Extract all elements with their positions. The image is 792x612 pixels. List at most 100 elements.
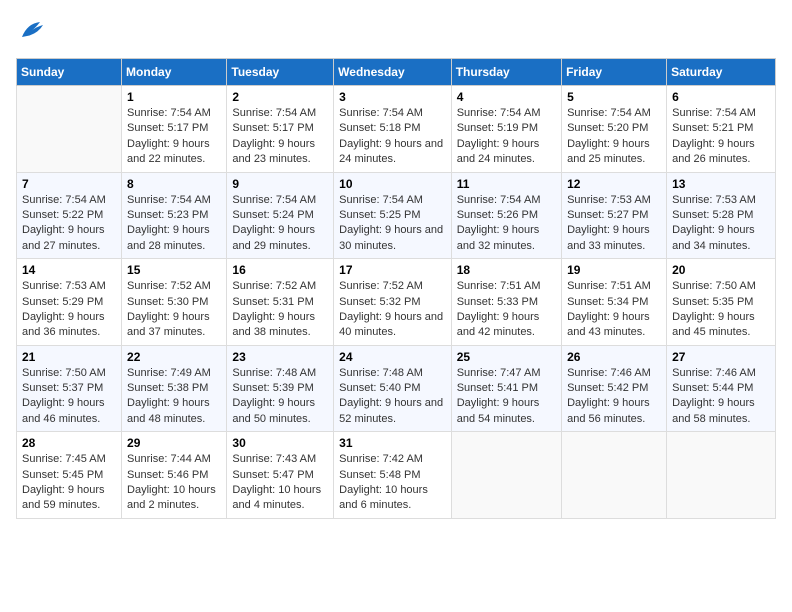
day-number: 12 bbox=[567, 177, 661, 191]
day-info: Sunrise: 7:54 AM Sunset: 5:23 PM Dayligh… bbox=[127, 193, 221, 255]
sunset-text: Sunset: 5:34 PM bbox=[567, 295, 661, 310]
day-info: Sunrise: 7:51 AM Sunset: 5:33 PM Dayligh… bbox=[457, 279, 556, 341]
col-header-monday: Monday bbox=[122, 59, 227, 86]
sunset-text: Sunset: 5:30 PM bbox=[127, 295, 221, 310]
day-number: 2 bbox=[232, 90, 328, 104]
day-number: 24 bbox=[339, 350, 446, 364]
sunset-text: Sunset: 5:19 PM bbox=[457, 121, 556, 136]
sunrise-text: Sunrise: 7:54 AM bbox=[457, 106, 556, 121]
day-number: 27 bbox=[672, 350, 770, 364]
day-cell: 27 Sunrise: 7:46 AM Sunset: 5:44 PM Dayl… bbox=[667, 345, 776, 432]
sunrise-text: Sunrise: 7:54 AM bbox=[22, 193, 116, 208]
day-info: Sunrise: 7:49 AM Sunset: 5:38 PM Dayligh… bbox=[127, 366, 221, 428]
day-number: 25 bbox=[457, 350, 556, 364]
sunrise-text: Sunrise: 7:54 AM bbox=[567, 106, 661, 121]
day-number: 21 bbox=[22, 350, 116, 364]
day-cell: 2 Sunrise: 7:54 AM Sunset: 5:17 PM Dayli… bbox=[227, 86, 334, 173]
day-cell: 3 Sunrise: 7:54 AM Sunset: 5:18 PM Dayli… bbox=[334, 86, 452, 173]
day-cell: 14 Sunrise: 7:53 AM Sunset: 5:29 PM Dayl… bbox=[17, 259, 122, 346]
daylight-text: Daylight: 9 hours and 43 minutes. bbox=[567, 310, 661, 341]
daylight-text: Daylight: 9 hours and 30 minutes. bbox=[339, 223, 446, 254]
day-cell bbox=[451, 432, 561, 519]
logo-icon bbox=[16, 16, 46, 46]
day-cell: 19 Sunrise: 7:51 AM Sunset: 5:34 PM Dayl… bbox=[562, 259, 667, 346]
sunset-text: Sunset: 5:18 PM bbox=[339, 121, 446, 136]
logo bbox=[16, 16, 50, 46]
day-info: Sunrise: 7:54 AM Sunset: 5:24 PM Dayligh… bbox=[232, 193, 328, 255]
daylight-text: Daylight: 9 hours and 36 minutes. bbox=[22, 310, 116, 341]
sunrise-text: Sunrise: 7:54 AM bbox=[457, 193, 556, 208]
day-number: 14 bbox=[22, 263, 116, 277]
day-number: 16 bbox=[232, 263, 328, 277]
daylight-text: Daylight: 9 hours and 27 minutes. bbox=[22, 223, 116, 254]
day-info: Sunrise: 7:50 AM Sunset: 5:35 PM Dayligh… bbox=[672, 279, 770, 341]
sunrise-text: Sunrise: 7:52 AM bbox=[127, 279, 221, 294]
day-cell: 26 Sunrise: 7:46 AM Sunset: 5:42 PM Dayl… bbox=[562, 345, 667, 432]
day-cell: 24 Sunrise: 7:48 AM Sunset: 5:40 PM Dayl… bbox=[334, 345, 452, 432]
sunset-text: Sunset: 5:32 PM bbox=[339, 295, 446, 310]
sunset-text: Sunset: 5:17 PM bbox=[127, 121, 221, 136]
sunset-text: Sunset: 5:48 PM bbox=[339, 468, 446, 483]
day-cell: 8 Sunrise: 7:54 AM Sunset: 5:23 PM Dayli… bbox=[122, 172, 227, 259]
day-number: 10 bbox=[339, 177, 446, 191]
day-info: Sunrise: 7:43 AM Sunset: 5:47 PM Dayligh… bbox=[232, 452, 328, 514]
day-number: 23 bbox=[232, 350, 328, 364]
daylight-text: Daylight: 9 hours and 45 minutes. bbox=[672, 310, 770, 341]
sunset-text: Sunset: 5:37 PM bbox=[22, 381, 116, 396]
day-info: Sunrise: 7:42 AM Sunset: 5:48 PM Dayligh… bbox=[339, 452, 446, 514]
sunrise-text: Sunrise: 7:53 AM bbox=[567, 193, 661, 208]
sunset-text: Sunset: 5:38 PM bbox=[127, 381, 221, 396]
col-header-friday: Friday bbox=[562, 59, 667, 86]
sunrise-text: Sunrise: 7:54 AM bbox=[127, 193, 221, 208]
daylight-text: Daylight: 9 hours and 58 minutes. bbox=[672, 396, 770, 427]
calendar-table: SundayMondayTuesdayWednesdayThursdayFrid… bbox=[16, 58, 776, 519]
sunrise-text: Sunrise: 7:49 AM bbox=[127, 366, 221, 381]
daylight-text: Daylight: 9 hours and 38 minutes. bbox=[232, 310, 328, 341]
day-info: Sunrise: 7:45 AM Sunset: 5:45 PM Dayligh… bbox=[22, 452, 116, 514]
day-info: Sunrise: 7:52 AM Sunset: 5:32 PM Dayligh… bbox=[339, 279, 446, 341]
sunset-text: Sunset: 5:25 PM bbox=[339, 208, 446, 223]
sunset-text: Sunset: 5:24 PM bbox=[232, 208, 328, 223]
daylight-text: Daylight: 9 hours and 54 minutes. bbox=[457, 396, 556, 427]
week-row-2: 7 Sunrise: 7:54 AM Sunset: 5:22 PM Dayli… bbox=[17, 172, 776, 259]
day-cell: 13 Sunrise: 7:53 AM Sunset: 5:28 PM Dayl… bbox=[667, 172, 776, 259]
sunset-text: Sunset: 5:21 PM bbox=[672, 121, 770, 136]
day-cell: 15 Sunrise: 7:52 AM Sunset: 5:30 PM Dayl… bbox=[122, 259, 227, 346]
daylight-text: Daylight: 10 hours and 4 minutes. bbox=[232, 483, 328, 514]
day-number: 29 bbox=[127, 436, 221, 450]
sunrise-text: Sunrise: 7:44 AM bbox=[127, 452, 221, 467]
day-info: Sunrise: 7:50 AM Sunset: 5:37 PM Dayligh… bbox=[22, 366, 116, 428]
daylight-text: Daylight: 9 hours and 28 minutes. bbox=[127, 223, 221, 254]
day-cell bbox=[17, 86, 122, 173]
day-number: 22 bbox=[127, 350, 221, 364]
day-number: 8 bbox=[127, 177, 221, 191]
day-number: 7 bbox=[22, 177, 116, 191]
day-cell: 17 Sunrise: 7:52 AM Sunset: 5:32 PM Dayl… bbox=[334, 259, 452, 346]
sunset-text: Sunset: 5:22 PM bbox=[22, 208, 116, 223]
day-number: 18 bbox=[457, 263, 556, 277]
day-info: Sunrise: 7:54 AM Sunset: 5:26 PM Dayligh… bbox=[457, 193, 556, 255]
day-info: Sunrise: 7:54 AM Sunset: 5:22 PM Dayligh… bbox=[22, 193, 116, 255]
day-cell: 6 Sunrise: 7:54 AM Sunset: 5:21 PM Dayli… bbox=[667, 86, 776, 173]
day-cell: 28 Sunrise: 7:45 AM Sunset: 5:45 PM Dayl… bbox=[17, 432, 122, 519]
day-number: 15 bbox=[127, 263, 221, 277]
daylight-text: Daylight: 9 hours and 24 minutes. bbox=[339, 137, 446, 168]
page-header bbox=[16, 16, 776, 46]
day-cell: 31 Sunrise: 7:42 AM Sunset: 5:48 PM Dayl… bbox=[334, 432, 452, 519]
day-number: 11 bbox=[457, 177, 556, 191]
col-header-tuesday: Tuesday bbox=[227, 59, 334, 86]
sunrise-text: Sunrise: 7:46 AM bbox=[672, 366, 770, 381]
day-info: Sunrise: 7:54 AM Sunset: 5:18 PM Dayligh… bbox=[339, 106, 446, 168]
day-info: Sunrise: 7:46 AM Sunset: 5:42 PM Dayligh… bbox=[567, 366, 661, 428]
day-info: Sunrise: 7:54 AM Sunset: 5:25 PM Dayligh… bbox=[339, 193, 446, 255]
daylight-text: Daylight: 10 hours and 2 minutes. bbox=[127, 483, 221, 514]
day-cell: 23 Sunrise: 7:48 AM Sunset: 5:39 PM Dayl… bbox=[227, 345, 334, 432]
sunset-text: Sunset: 5:44 PM bbox=[672, 381, 770, 396]
day-cell: 21 Sunrise: 7:50 AM Sunset: 5:37 PM Dayl… bbox=[17, 345, 122, 432]
sunset-text: Sunset: 5:26 PM bbox=[457, 208, 556, 223]
sunrise-text: Sunrise: 7:54 AM bbox=[339, 193, 446, 208]
sunrise-text: Sunrise: 7:54 AM bbox=[232, 106, 328, 121]
col-header-sunday: Sunday bbox=[17, 59, 122, 86]
sunrise-text: Sunrise: 7:53 AM bbox=[672, 193, 770, 208]
day-number: 28 bbox=[22, 436, 116, 450]
